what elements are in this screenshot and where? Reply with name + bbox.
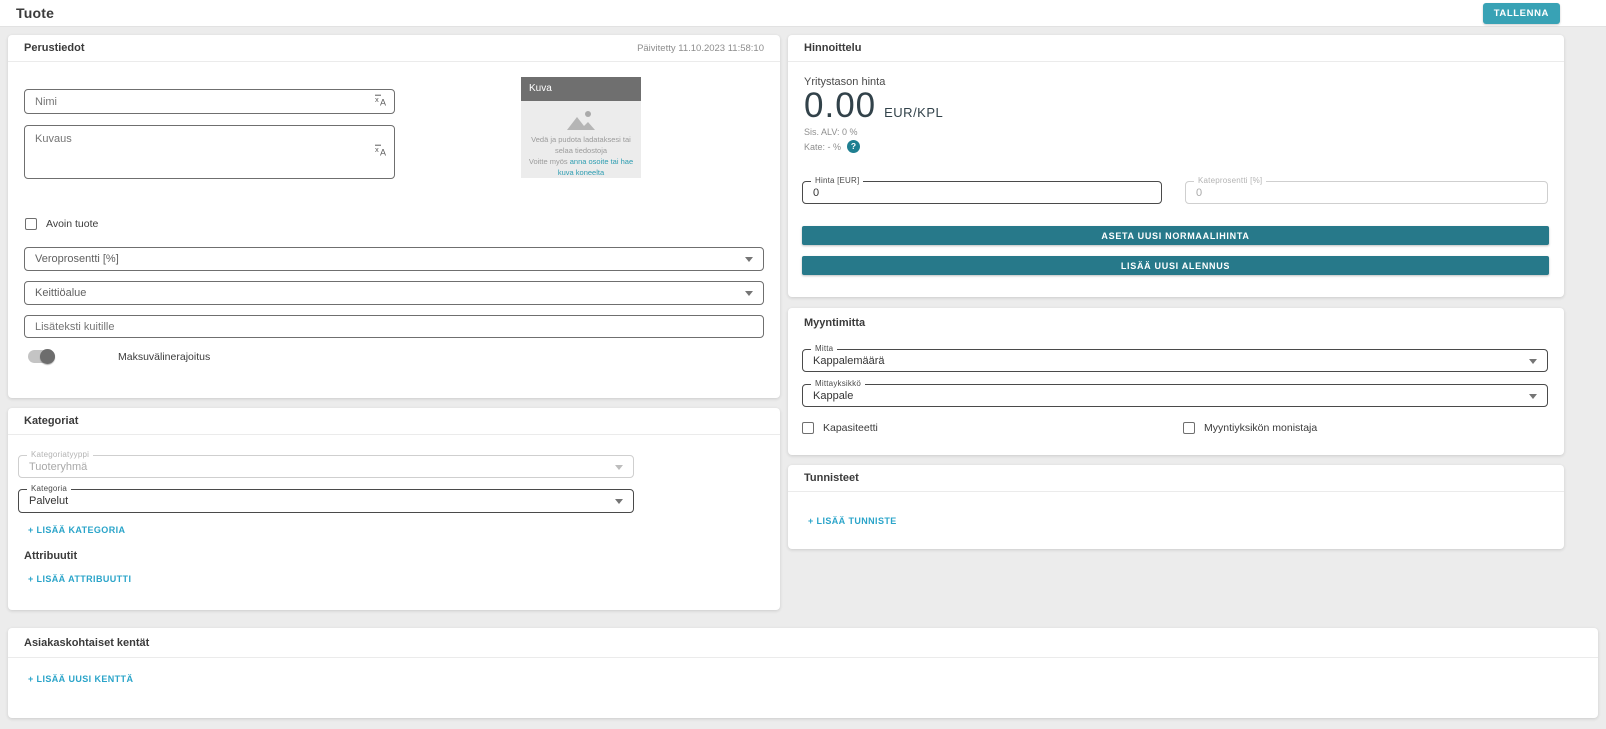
perustiedot-title: Perustiedot: [24, 42, 85, 54]
chevron-down-icon: [745, 257, 753, 262]
card-myyntimitta: Myyntimitta Mitta Kappalemäärä Mittayksi…: [788, 308, 1564, 455]
veroprosentti-select[interactable]: Veroprosentti [%]: [24, 247, 764, 271]
hinta-label: Hinta [EUR]: [811, 176, 863, 185]
add-attribute-button[interactable]: + LISÄÄ ATTRIBUUTTI: [28, 574, 131, 584]
myyntimitta-header: Myyntimitta: [788, 308, 1564, 338]
nimi-input[interactable]: [25, 90, 394, 113]
updated-timestamp: Päivitetty 11.10.2023 11:58:10: [637, 43, 764, 54]
mitta-label: Mitta: [811, 344, 837, 353]
alt-upload-line: Voitte myös anna osoite tai hae kuva kon…: [526, 157, 636, 179]
add-custom-field-button[interactable]: + LISÄÄ UUSI KENTTÄ: [28, 674, 133, 684]
attribuutit-title: Attribuutit: [24, 550, 77, 562]
lisateksti-field: [24, 315, 764, 338]
checkbox-box[interactable]: [25, 218, 37, 230]
asiakaskohtaiset-title: Asiakaskohtaiset kentät: [24, 637, 149, 649]
kuvaus-textarea[interactable]: [25, 126, 394, 178]
add-tag-button[interactable]: + LISÄÄ TUNNISTE: [808, 516, 897, 526]
kategoriatyyppi-label: Kategoriatyyppi: [27, 450, 93, 459]
price-unit: EUR/KPL: [884, 105, 943, 120]
nimi-field: xA: [24, 89, 395, 114]
set-normal-price-button[interactable]: ASETA UUSI NORMAALIHINTA: [802, 226, 1549, 245]
kateprosentti-field[interactable]: Kateprosentti [%] 0: [1185, 181, 1548, 204]
card-asiakaskohtaiset: Asiakaskohtaiset kentät + LISÄÄ UUSI KEN…: [8, 628, 1598, 718]
card-tunnisteet: Tunnisteet + LISÄÄ TUNNISTE: [788, 465, 1564, 549]
image-placeholder-icon: [564, 109, 598, 131]
hinnoittelu-header: Hinnoittelu: [788, 35, 1564, 62]
mittayksikko-select[interactable]: Mittayksikkö Kappale: [802, 384, 1548, 407]
drop-instructions: Vedä ja pudota ladataksesi tai selaa tie…: [526, 135, 636, 157]
svg-text:A: A: [380, 97, 386, 106]
kateprosentti-label: Kateprosentti [%]: [1194, 176, 1266, 185]
translate-icon[interactable]: xA: [374, 93, 387, 111]
image-upload-title: Kuva: [521, 77, 641, 101]
card-perustiedot: Perustiedot Päivitetty 11.10.2023 11:58:…: [8, 35, 780, 398]
hinta-field[interactable]: Hinta [EUR] 0: [802, 181, 1162, 204]
checkbox-box[interactable]: [802, 422, 814, 434]
mitta-select[interactable]: Mitta Kappalemäärä: [802, 349, 1548, 372]
chevron-down-icon: [615, 465, 623, 470]
image-dropzone[interactable]: Vedä ja pudota ladataksesi tai selaa tie…: [521, 101, 641, 178]
kategoriat-title: Kategoriat: [24, 415, 78, 427]
chevron-down-icon: [1529, 359, 1537, 364]
topbar: Tuote TALLENNA: [0, 0, 1606, 27]
monistaja-label: Myyntiyksikön monistaja: [1204, 422, 1317, 434]
perustiedot-header: Perustiedot Päivitetty 11.10.2023 11:58:…: [8, 35, 780, 62]
kategoriatyyppi-select[interactable]: Kategoriatyyppi Tuoteryhmä: [18, 455, 634, 478]
asiakaskohtaiset-header: Asiakaskohtaiset kentät: [8, 628, 1598, 658]
chevron-down-icon: [615, 499, 623, 504]
keittioalue-select[interactable]: Keittiöalue: [24, 281, 764, 305]
vat-included-text: Sis. ALV: 0 %: [804, 127, 858, 137]
add-discount-button[interactable]: LISÄÄ UUSI ALENNUS: [802, 256, 1549, 275]
add-category-button[interactable]: + LISÄÄ KATEGORIA: [28, 525, 125, 535]
avoin-tuote-checkbox[interactable]: Avoin tuote: [25, 218, 98, 230]
image-upload-area[interactable]: Kuva Vedä ja pudota ladataksesi tai sela…: [521, 77, 641, 178]
toggle-knob: [40, 349, 55, 364]
company-price: 0.00 EUR/KPL: [804, 86, 943, 126]
kuvaus-field: xA: [24, 125, 395, 179]
veroprosentti-value: Veroprosentti [%]: [35, 253, 119, 265]
hinnoittelu-title: Hinnoittelu: [804, 42, 861, 54]
kapasiteetti-checkbox[interactable]: Kapasiteetti: [802, 422, 878, 434]
tunnisteet-header: Tunnisteet: [788, 465, 1564, 492]
chevron-down-icon: [745, 291, 753, 296]
mitta-value: Kappalemäärä: [813, 355, 885, 367]
margin-row: Kate: - % ?: [804, 140, 860, 153]
kategoria-select[interactable]: Kategoria Palvelut: [18, 489, 634, 513]
svg-text:x: x: [375, 95, 379, 104]
help-icon[interactable]: ?: [847, 140, 860, 153]
svg-text:x: x: [375, 145, 379, 154]
kategoriat-header: Kategoriat: [8, 408, 780, 435]
tunnisteet-title: Tunnisteet: [804, 472, 859, 484]
hinta-value: 0: [813, 187, 819, 199]
kategoria-value: Palvelut: [29, 495, 68, 507]
image-url-link[interactable]: anna osoite tai hae kuva koneelta: [558, 157, 633, 177]
kateprosentti-value: 0: [1196, 187, 1202, 199]
kategoriatyyppi-value: Tuoteryhmä: [29, 461, 87, 473]
page-title: Tuote: [16, 5, 54, 21]
checkbox-box[interactable]: [1183, 422, 1195, 434]
mittayksikko-value: Kappale: [813, 390, 853, 402]
lisateksti-input[interactable]: [25, 316, 763, 337]
svg-text:A: A: [380, 148, 386, 157]
maksuvalinerajoitus-label: Maksuvälinerajoitus: [118, 351, 210, 363]
translate-icon[interactable]: xA: [374, 143, 387, 161]
margin-text: Kate: - %: [804, 142, 841, 152]
price-value: 0.00: [804, 86, 876, 126]
kapasiteetti-label: Kapasiteetti: [823, 422, 878, 434]
monistaja-checkbox[interactable]: Myyntiyksikön monistaja: [1183, 422, 1317, 434]
chevron-down-icon: [1529, 394, 1537, 399]
save-button[interactable]: TALLENNA: [1483, 3, 1560, 24]
maksuvalinerajoitus-row: Maksuvälinerajoitus: [28, 350, 210, 363]
mittayksikko-label: Mittayksikkö: [811, 379, 865, 388]
myyntimitta-title: Myyntimitta: [804, 317, 865, 329]
maksuvalinerajoitus-toggle[interactable]: [28, 350, 55, 363]
card-kategoriat: Kategoriat Kategoriatyyppi Tuoteryhmä Ka…: [8, 408, 780, 610]
avoin-tuote-label: Avoin tuote: [46, 218, 98, 230]
card-hinnoittelu: Hinnoittelu Yritystason hinta 0.00 EUR/K…: [788, 35, 1564, 297]
kategoria-label: Kategoria: [27, 484, 71, 493]
keittioalue-value: Keittiöalue: [35, 287, 86, 299]
